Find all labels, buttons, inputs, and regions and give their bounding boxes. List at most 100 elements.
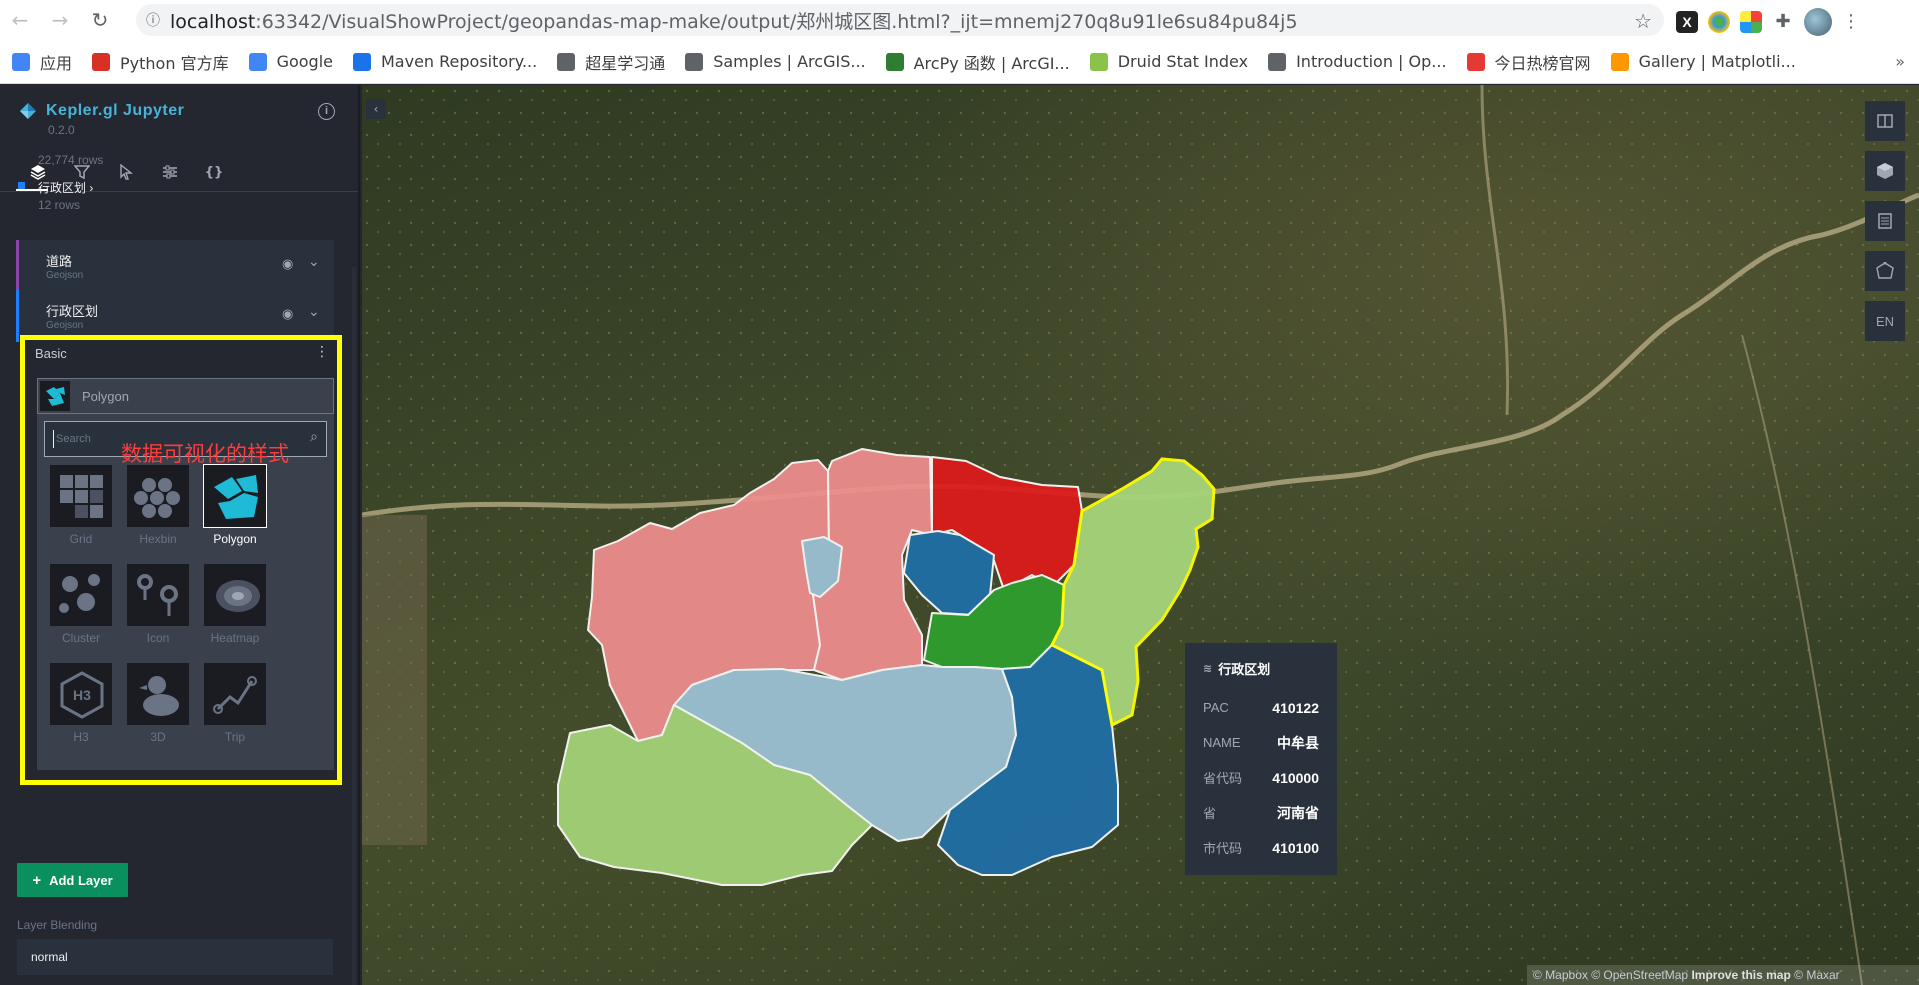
bookmark-item[interactable]: Druid Stat Index <box>1089 52 1248 71</box>
globe-extension-icon[interactable] <box>1708 11 1730 33</box>
more-vertical-icon[interactable]: ⋮ <box>315 344 329 360</box>
info-icon[interactable]: i <box>318 103 335 120</box>
map-view[interactable]: ‹ EN ≋ 行政区划 PAC 410122 NAME 中牟县 省代码 410000 省 河南… <box>362 85 1919 985</box>
tooltip-rows: PAC 410122 NAME 中牟县 省代码 410000 省 河南省 市代码 410100 <box>1203 690 1319 865</box>
layer-type-heatmap-option[interactable]: Heatmap <box>203 563 267 649</box>
tooltip-layer-name: 行政区划 <box>1218 662 1271 677</box>
layer-type-select[interactable]: Polygon <box>37 378 334 414</box>
cursor-icon <box>120 164 133 180</box>
maxar-attribution: © Maxar <box>1794 968 1840 982</box>
layer-type-label: Hexbin <box>139 532 177 546</box>
bookmark-label: ArcPy 函数 | ArcGI... <box>913 53 1070 73</box>
bookmark-label: Samples | ArcGIS... <box>713 52 866 71</box>
bookmark-label: Python 官方库 <box>120 53 229 73</box>
app-version: 0.2.0 <box>48 123 75 137</box>
bookmarks-bar: 应用 Python 官方库 Google Maven Repository... 超星学… <box>0 40 1919 84</box>
layer-type: Geojson <box>46 270 84 281</box>
profile-avatar[interactable] <box>1804 8 1832 36</box>
search-icon: ⌕ <box>310 429 318 445</box>
layer-type-polygon-option[interactable]: Polygon <box>203 464 267 550</box>
site-info-icon[interactable]: ⓘ <box>136 10 170 30</box>
locale-button[interactable]: EN <box>1865 301 1905 341</box>
panel-scrollbar[interactable] <box>352 267 356 985</box>
basemap-terrain <box>362 85 1919 985</box>
globe-icon <box>557 52 576 71</box>
bookmark-item[interactable]: 今日热榜官网 <box>1466 50 1591 74</box>
layer-type-label: Icon <box>146 631 170 645</box>
3d-view-button[interactable] <box>1865 151 1905 191</box>
legend-button[interactable] <box>1865 201 1905 241</box>
duck-3d-icon <box>126 662 190 726</box>
tooltip-row: NAME 中牟县 <box>1203 725 1319 760</box>
tooltip-value: 410000 <box>1272 769 1319 786</box>
chevron-down-icon[interactable]: ⌄ <box>308 254 320 270</box>
bookmark-item[interactable]: Samples | ArcGIS... <box>685 52 866 71</box>
add-layer-button[interactable]: + Add Layer <box>17 863 128 897</box>
eye-icon[interactable]: ◉ <box>282 307 293 322</box>
bookmark-item[interactable]: Maven Repository... <box>353 52 537 71</box>
x-extension-icon[interactable]: X <box>1676 11 1698 33</box>
tab-config-json[interactable]: {} <box>192 153 236 191</box>
tooltip-key: PAC <box>1203 700 1229 715</box>
layer-type-label: Cluster <box>61 631 100 645</box>
app-title: Kepler.gl Jupyter <box>46 102 185 119</box>
layer-type-cluster-option[interactable]: Cluster <box>49 563 113 649</box>
layer-type-label: Polygon <box>213 532 257 546</box>
python-icon <box>92 52 111 71</box>
layer-type-trip-option[interactable]: Trip <box>203 662 267 748</box>
grid-icon <box>49 464 113 528</box>
layer-type-label: Grid <box>69 532 93 546</box>
bookmark-item[interactable]: ArcPy 函数 | ArcGI... <box>885 50 1070 74</box>
layer-type-3d-option[interactable]: 3D <box>126 662 190 748</box>
layer-type-hexbin-option[interactable]: Hexbin <box>126 464 190 550</box>
dataset-rows-prev: 22,774 rows <box>38 153 104 167</box>
draw-polygon-button[interactable] <box>1865 251 1905 291</box>
bookmark-item[interactable]: Introduction | Op... <box>1268 52 1447 71</box>
layer-type-grid-option[interactable]: Grid <box>49 464 113 550</box>
layer-type-label: Heatmap <box>210 631 260 645</box>
bookmark-item[interactable]: Gallery | Matplotli... <box>1610 52 1796 71</box>
layer-blending-select[interactable]: normal <box>17 939 333 975</box>
apps-grid-icon <box>12 52 30 71</box>
back-button[interactable]: ← <box>0 0 40 40</box>
polygon-thumb-icon <box>40 381 70 411</box>
add-layer-label: Add Layer <box>49 872 113 888</box>
dataset-rows: 12 rows <box>38 198 81 212</box>
bookmark-item[interactable]: 应用 <box>12 50 72 74</box>
forward-button[interactable]: → <box>40 0 80 40</box>
bookmarks-more-icon[interactable]: » <box>1895 52 1905 71</box>
svg-text:H3: H3 <box>73 687 91 703</box>
collapse-panel-button[interactable]: ‹ <box>366 99 386 119</box>
bookmark-label: Google <box>276 52 333 71</box>
layer-type-h3-option[interactable]: H3 H3 <box>49 662 113 748</box>
bookmark-item[interactable]: Google <box>248 52 333 71</box>
arcgis-icon <box>885 52 904 71</box>
maven-icon <box>353 52 371 71</box>
layer-type-icon-option[interactable]: Icon <box>126 563 190 649</box>
bookmark-item[interactable]: 超星学习通 <box>557 50 665 74</box>
heatmap-icon <box>203 563 267 627</box>
browser-menu-icon[interactable]: ⋮ <box>1842 11 1860 33</box>
map-attribution: © Mapbox © OpenStreetMap Improve this ma… <box>1527 965 1919 985</box>
address-bar[interactable]: ⓘ localhost:63342/VisualShowProject/geop… <box>136 4 1664 36</box>
bookmark-star-icon[interactable]: ☆ <box>1634 9 1652 33</box>
dataset-color-dot <box>18 182 25 189</box>
tooltip-key: 市代码 <box>1203 841 1243 856</box>
bookmark-label: 今日热榜官网 <box>1494 53 1591 73</box>
eye-icon[interactable]: ◉ <box>282 257 293 272</box>
tab-basemap[interactable] <box>148 153 192 191</box>
layer-card-roads[interactable]: 道路 Geojson ◉ ⌄ <box>16 240 334 292</box>
legend-list-icon <box>1878 213 1892 229</box>
chevron-down-icon[interactable]: ⌄ <box>308 304 320 320</box>
bookmark-item[interactable]: Python 官方库 <box>92 50 229 74</box>
reload-button[interactable]: ↻ <box>80 0 120 40</box>
polygon-icon <box>203 464 267 528</box>
improve-map-link[interactable]: Improve this map <box>1691 968 1790 982</box>
extensions-puzzle-icon[interactable]: ✚ <box>1772 11 1794 33</box>
tooltip-value: 410122 <box>1272 699 1319 716</box>
dataset-name[interactable]: 行政区划 › <box>38 179 93 196</box>
google-icon <box>248 52 267 71</box>
split-map-button[interactable] <box>1865 101 1905 141</box>
tab-interactions[interactable] <box>104 153 148 191</box>
color-extension-icon[interactable] <box>1740 11 1762 33</box>
